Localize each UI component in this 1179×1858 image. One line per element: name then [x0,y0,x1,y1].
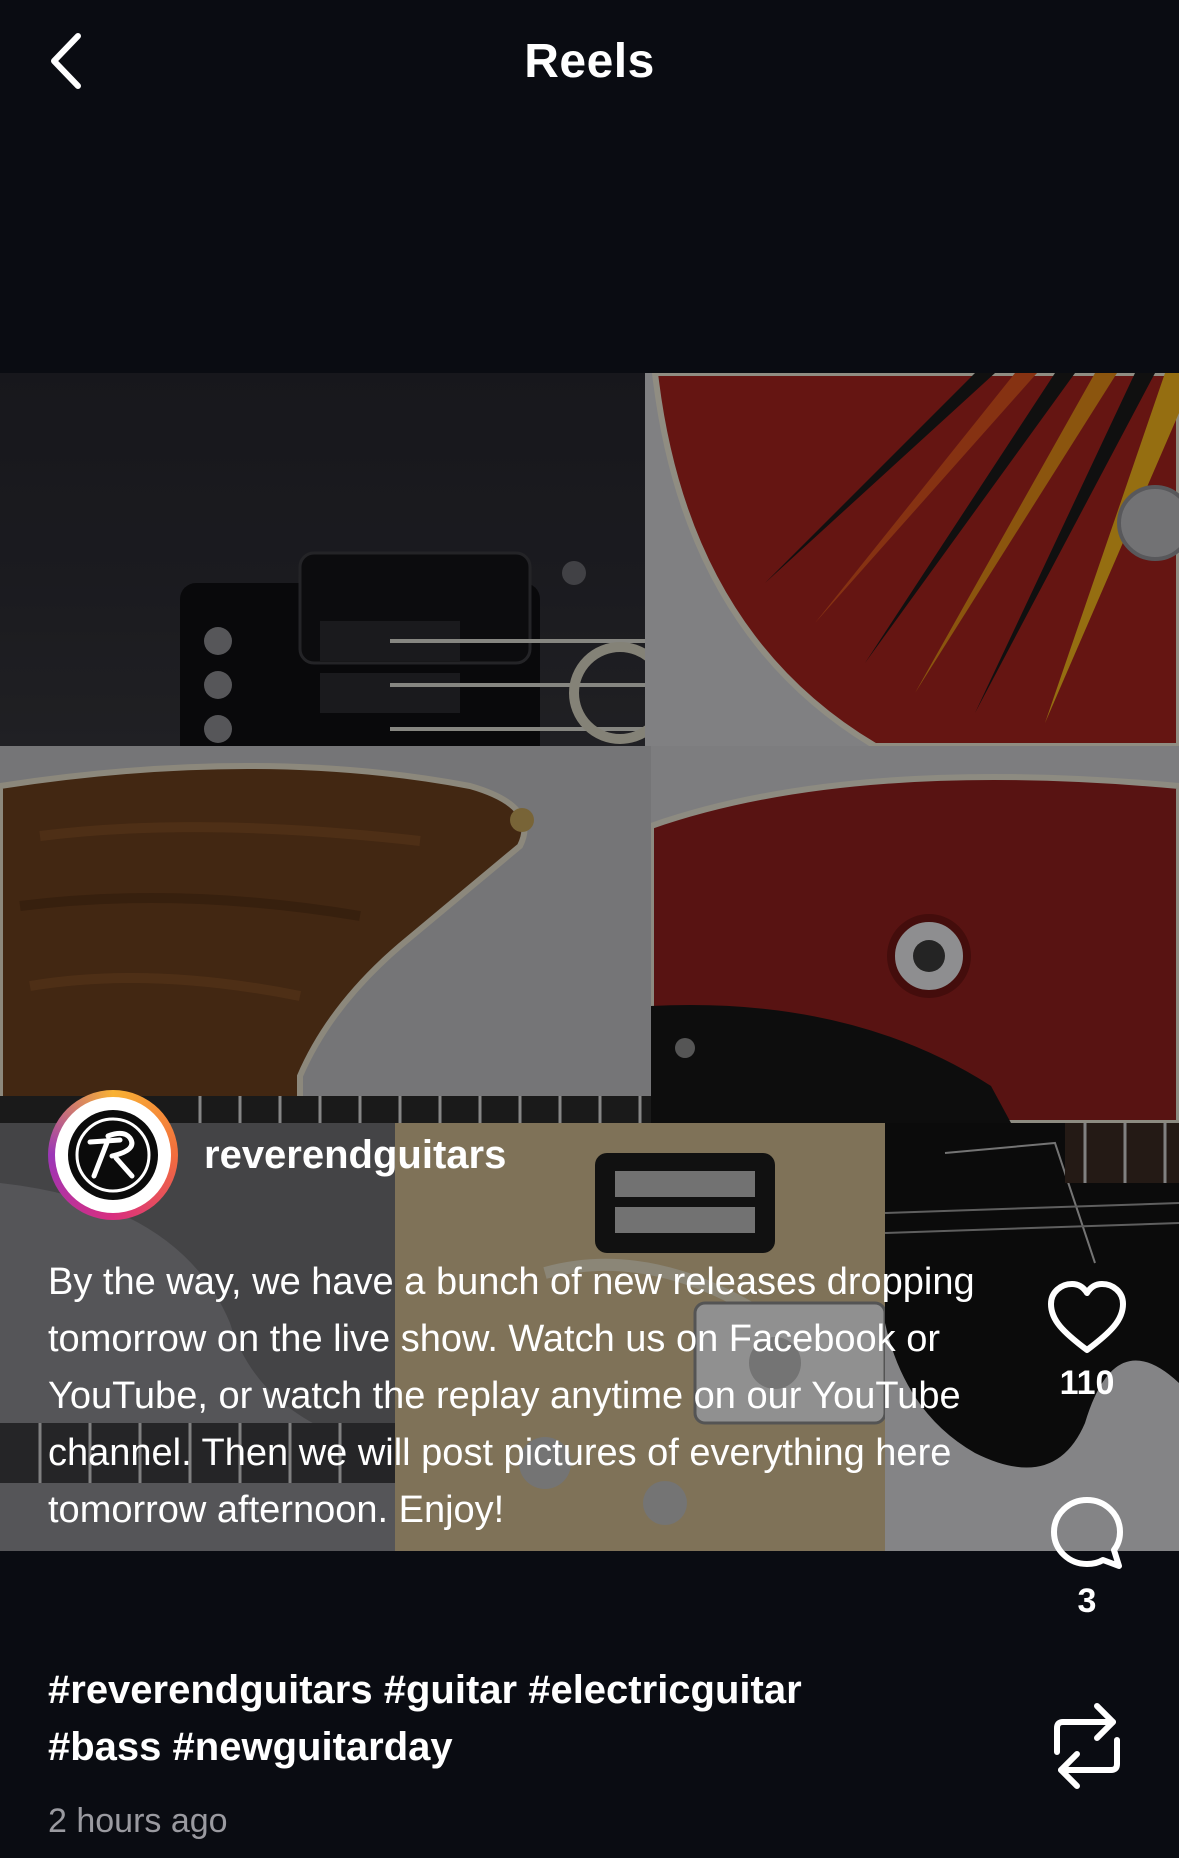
hashtags: #reverendguitars #guitar #electricguitar… [48,1662,978,1776]
post-timestamp: 2 hours ago [48,1802,228,1840]
comment-count: 3 [1077,1582,1097,1620]
collage-tile-red-starburst [645,373,1179,746]
like-count: 110 [1059,1364,1115,1402]
avatar[interactable] [48,1090,178,1220]
collage-tile-bridge [0,373,645,746]
post-caption: By the way, we have a bunch of new relea… [48,1261,975,1531]
hashtag-link[interactable]: #guitar [384,1668,517,1712]
collage-tile-red-body [651,746,1179,1123]
profile-row: reverendguitars [48,1088,506,1222]
comment-action: 3 [1027,1494,1147,1621]
reverend-logo-icon [68,1110,158,1200]
hashtag-link[interactable]: #reverendguitars [48,1668,373,1712]
page-title: Reels [524,35,655,88]
username[interactable]: reverendguitars [204,1133,506,1178]
heart-icon[interactable] [1045,1280,1129,1356]
remix-action [1027,1700,1147,1792]
hashtag-link[interactable]: #electricguitar [528,1668,801,1712]
hashtag-link[interactable]: #bass [48,1725,161,1769]
comment-bubble-icon[interactable] [1047,1494,1127,1574]
hashtag-link[interactable]: #newguitarday [173,1725,453,1769]
header: Reels [0,0,1179,125]
like-action: 110 [1027,1280,1147,1403]
collage-tile-wood-body [0,746,651,1123]
repost-icon[interactable] [1047,1700,1127,1792]
